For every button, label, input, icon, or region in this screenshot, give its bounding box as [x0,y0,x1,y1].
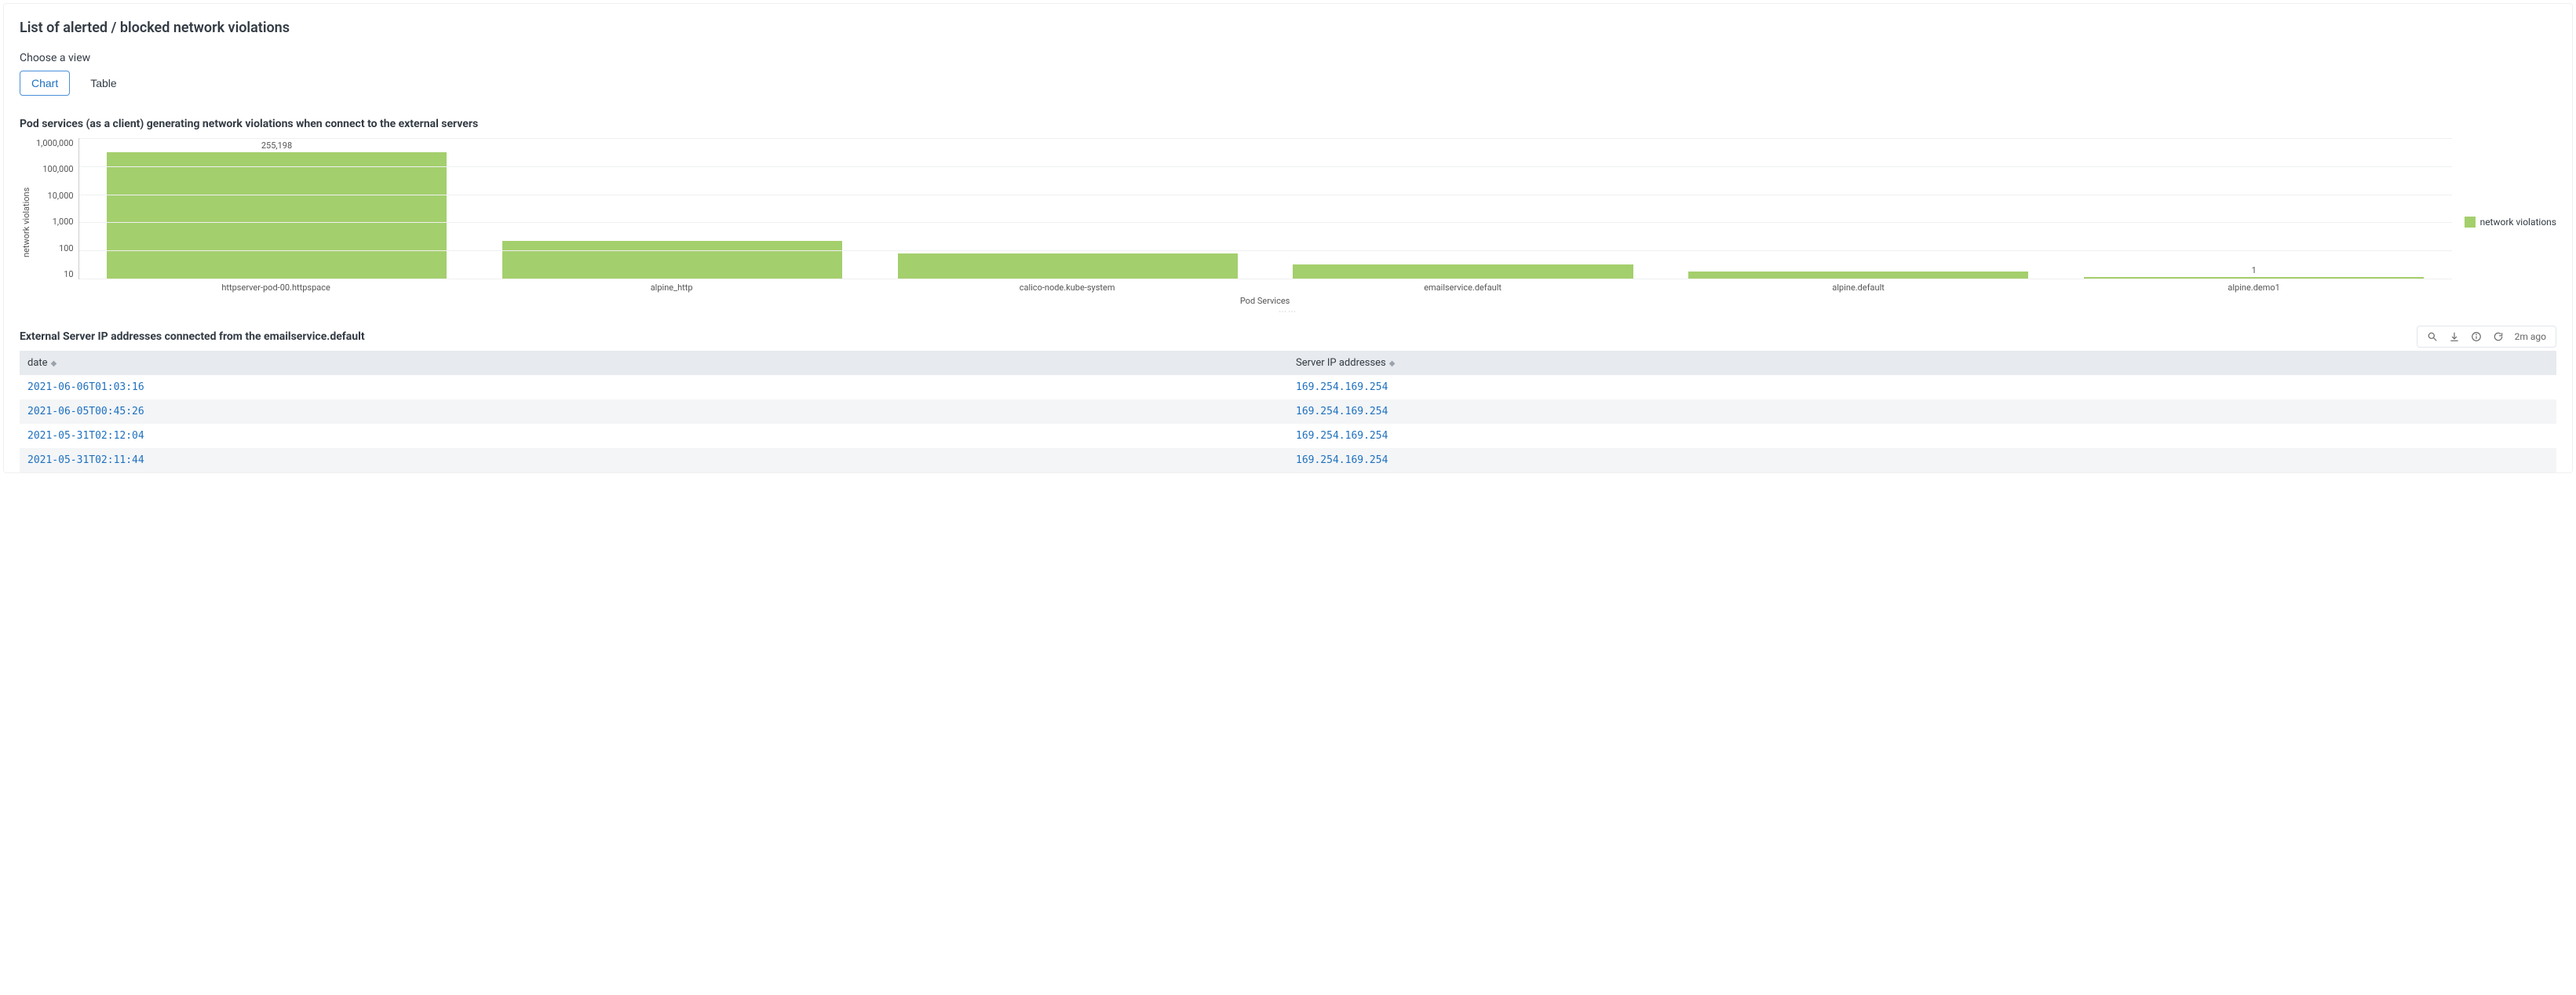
bar[interactable] [474,138,870,279]
refresh-icon[interactable] [2493,331,2504,342]
plot-area: 255,198 1 [78,138,2452,279]
ip-link[interactable]: 169.254.169.254 [1296,454,1388,466]
col-ip[interactable]: Server IP addresses◆ [1288,351,2556,375]
legend-label: network violations [2480,217,2556,228]
ip-link[interactable]: 169.254.169.254 [1296,381,1388,393]
x-axis-label: Pod Services [78,296,2452,306]
download-icon[interactable] [2449,331,2460,342]
ip-table: date◆ Server IP addresses◆ 2021-06-06T01… [20,351,2556,472]
bar[interactable]: 1 [2056,138,2452,279]
y-axis-ticks: 1,000,000100,00010,0001,00010010 [33,138,78,279]
bar-value-label: 255,198 [261,140,292,151]
bar[interactable] [1265,138,1661,279]
chart-legend: network violations [2452,138,2556,306]
x-tick-label: calico-node.kube-system [870,282,1265,293]
chart-title: Pod services (as a client) generating ne… [20,118,2556,130]
search-icon[interactable] [2427,331,2438,342]
view-label: Choose a view [20,52,2556,64]
table-row: 2021-06-06T01:03:16 169.254.169.254 [20,375,2556,399]
table-row: 2021-05-31T02:12:04 169.254.169.254 [20,424,2556,448]
x-tick-label: alpine_http [474,282,870,293]
chart: network violations 1,000,000100,00010,00… [20,138,2556,306]
x-tick-label: alpine.default [1661,282,2056,293]
x-axis-ticks: httpserver-pod-00.httpspacealpine_httpca… [78,282,2452,293]
ip-link[interactable]: 169.254.169.254 [1296,406,1388,417]
ip-link[interactable]: 169.254.169.254 [1296,430,1388,442]
bar[interactable]: 255,198 [79,138,475,279]
table-title: External Server IP addresses connected f… [20,330,365,343]
last-updated: 2m ago [2515,331,2546,342]
tab-table[interactable]: Table [79,71,127,96]
date-link[interactable]: 2021-05-31T02:11:44 [27,454,144,466]
bar-value-label: 1 [2252,265,2257,275]
bar[interactable] [1661,138,2056,279]
date-link[interactable]: 2021-05-31T02:12:04 [27,430,144,442]
view-toggle: Chart Table [20,71,2556,96]
x-tick-label: httpserver-pod-00.httpspace [78,282,474,293]
bar[interactable] [870,138,1265,279]
legend-swatch [2465,217,2476,228]
info-icon[interactable] [2471,331,2482,342]
table-toolbar: 2m ago [2417,326,2556,348]
table-row: 2021-06-05T00:45:26 169.254.169.254 [20,399,2556,424]
y-axis-label: network violations [20,138,33,306]
date-link[interactable]: 2021-06-05T00:45:26 [27,406,144,417]
page-title: List of alerted / blocked network violat… [20,20,2556,36]
col-date[interactable]: date◆ [20,351,1288,375]
tab-chart[interactable]: Chart [20,71,70,96]
sort-icon: ◆ [51,359,57,368]
x-tick-label: emailservice.default [1265,282,1661,293]
date-link[interactable]: 2021-06-06T01:03:16 [27,381,144,393]
sort-icon: ◆ [1389,359,1396,368]
table-row: 2021-05-31T02:11:44 169.254.169.254 [20,448,2556,472]
resize-handle[interactable]: ⋯⋯ [20,306,2556,321]
x-tick-label: alpine.demo1 [2056,282,2452,293]
